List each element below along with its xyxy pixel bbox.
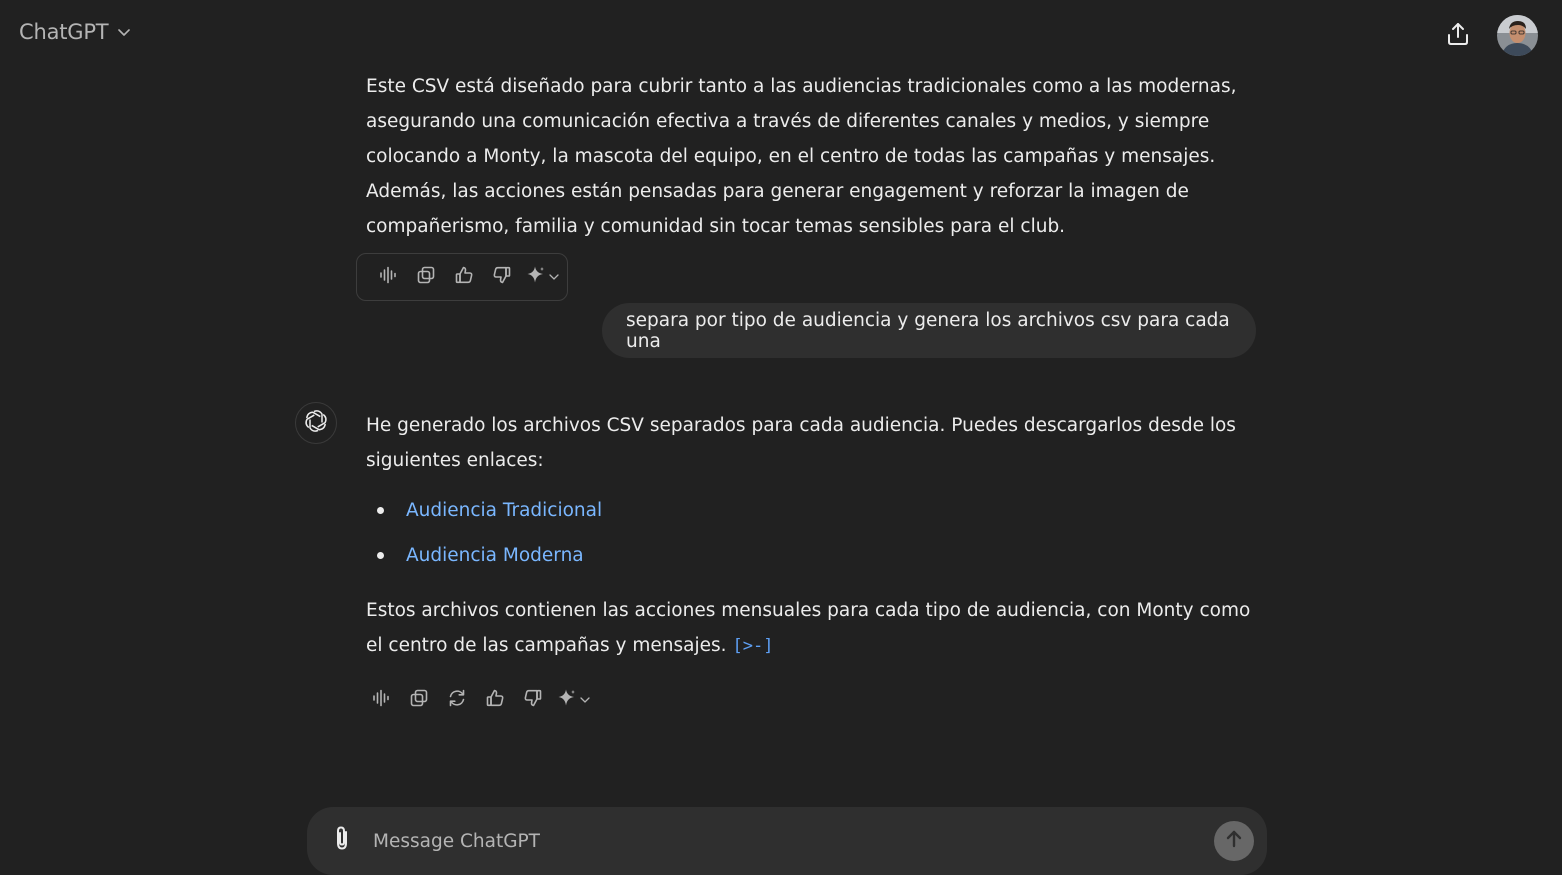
arrow-up-icon: [1223, 828, 1245, 854]
assistant-message-intro: He generado los archivos CSV separados p…: [366, 408, 1256, 478]
chevron-down-icon: [116, 24, 132, 40]
assistant-outro-text: Estos archivos contienen las acciones me…: [366, 600, 1251, 656]
attach-button[interactable]: [327, 823, 357, 857]
thumbs-down-icon: [492, 265, 512, 289]
copy-button[interactable]: [400, 684, 437, 716]
link-audiencia-moderna[interactable]: Audiencia Moderna: [406, 545, 584, 566]
message-composer: [307, 807, 1267, 875]
assistant-message-text: Este CSV está diseñado para cubrir tanto…: [366, 76, 1237, 237]
thumbs-down-icon: [523, 688, 543, 712]
sparkle-icon: [526, 265, 546, 289]
copy-icon: [416, 265, 436, 289]
read-aloud-button[interactable]: [362, 684, 399, 716]
model-switcher[interactable]: ChatGPT: [19, 20, 132, 44]
list-item: Audiencia Moderna: [366, 533, 602, 578]
thumbs-up-button[interactable]: [476, 684, 513, 716]
message-input[interactable]: [371, 827, 1191, 855]
view-analysis-link[interactable]: [>-]: [733, 629, 774, 664]
link-audiencia-tradicional[interactable]: Audiencia Tradicional: [406, 500, 602, 521]
list-item: Audiencia Tradicional: [366, 488, 602, 533]
top-bar: ChatGPT: [0, 0, 1562, 72]
user-message-text: separa por tipo de audiencia y genera lo…: [626, 309, 1230, 352]
thumbs-up-button[interactable]: [445, 261, 482, 293]
assistant-avatar: [295, 402, 337, 444]
thumbs-up-icon: [454, 265, 474, 289]
download-links-list: Audiencia Tradicional Audiencia Moderna: [366, 488, 602, 578]
assistant-message-previous: Este CSV está diseñado para cubrir tanto…: [366, 69, 1256, 244]
copy-button[interactable]: [407, 261, 444, 293]
model-title: ChatGPT: [19, 20, 109, 44]
share-icon: [1445, 21, 1471, 51]
read-aloud-button[interactable]: [369, 261, 406, 293]
chevron-down-icon: [548, 268, 560, 287]
assistant-message-outro: Estos archivos contienen las acciones me…: [366, 593, 1256, 664]
regenerate-button[interactable]: [438, 684, 475, 716]
message-actions-last: [362, 682, 596, 718]
paperclip-icon: [331, 824, 353, 856]
thumbs-up-icon: [485, 688, 505, 712]
regenerate-icon: [447, 688, 467, 712]
chevron-down-icon: [579, 691, 591, 710]
message-actions-previous: [356, 253, 568, 301]
read-aloud-icon: [378, 265, 398, 289]
bullet: [377, 507, 384, 514]
thumbs-down-button[interactable]: [483, 261, 520, 293]
share-button[interactable]: [1440, 18, 1476, 54]
assistant-intro-text: He generado los archivos CSV separados p…: [366, 415, 1236, 471]
openai-logo-icon: [303, 408, 329, 438]
sparkle-icon: [557, 688, 577, 712]
bullet: [377, 552, 384, 559]
thumbs-down-button[interactable]: [514, 684, 551, 716]
assistant-outro-paragraph: Estos archivos contienen las acciones me…: [366, 593, 1256, 664]
read-aloud-icon: [371, 688, 391, 712]
model-switch-button[interactable]: [552, 684, 596, 716]
copy-icon: [409, 688, 429, 712]
user-avatar[interactable]: [1497, 15, 1538, 56]
model-switch-button[interactable]: [521, 261, 565, 293]
send-button[interactable]: [1214, 821, 1254, 861]
user-message-bubble: separa por tipo de audiencia y genera lo…: [602, 303, 1256, 358]
